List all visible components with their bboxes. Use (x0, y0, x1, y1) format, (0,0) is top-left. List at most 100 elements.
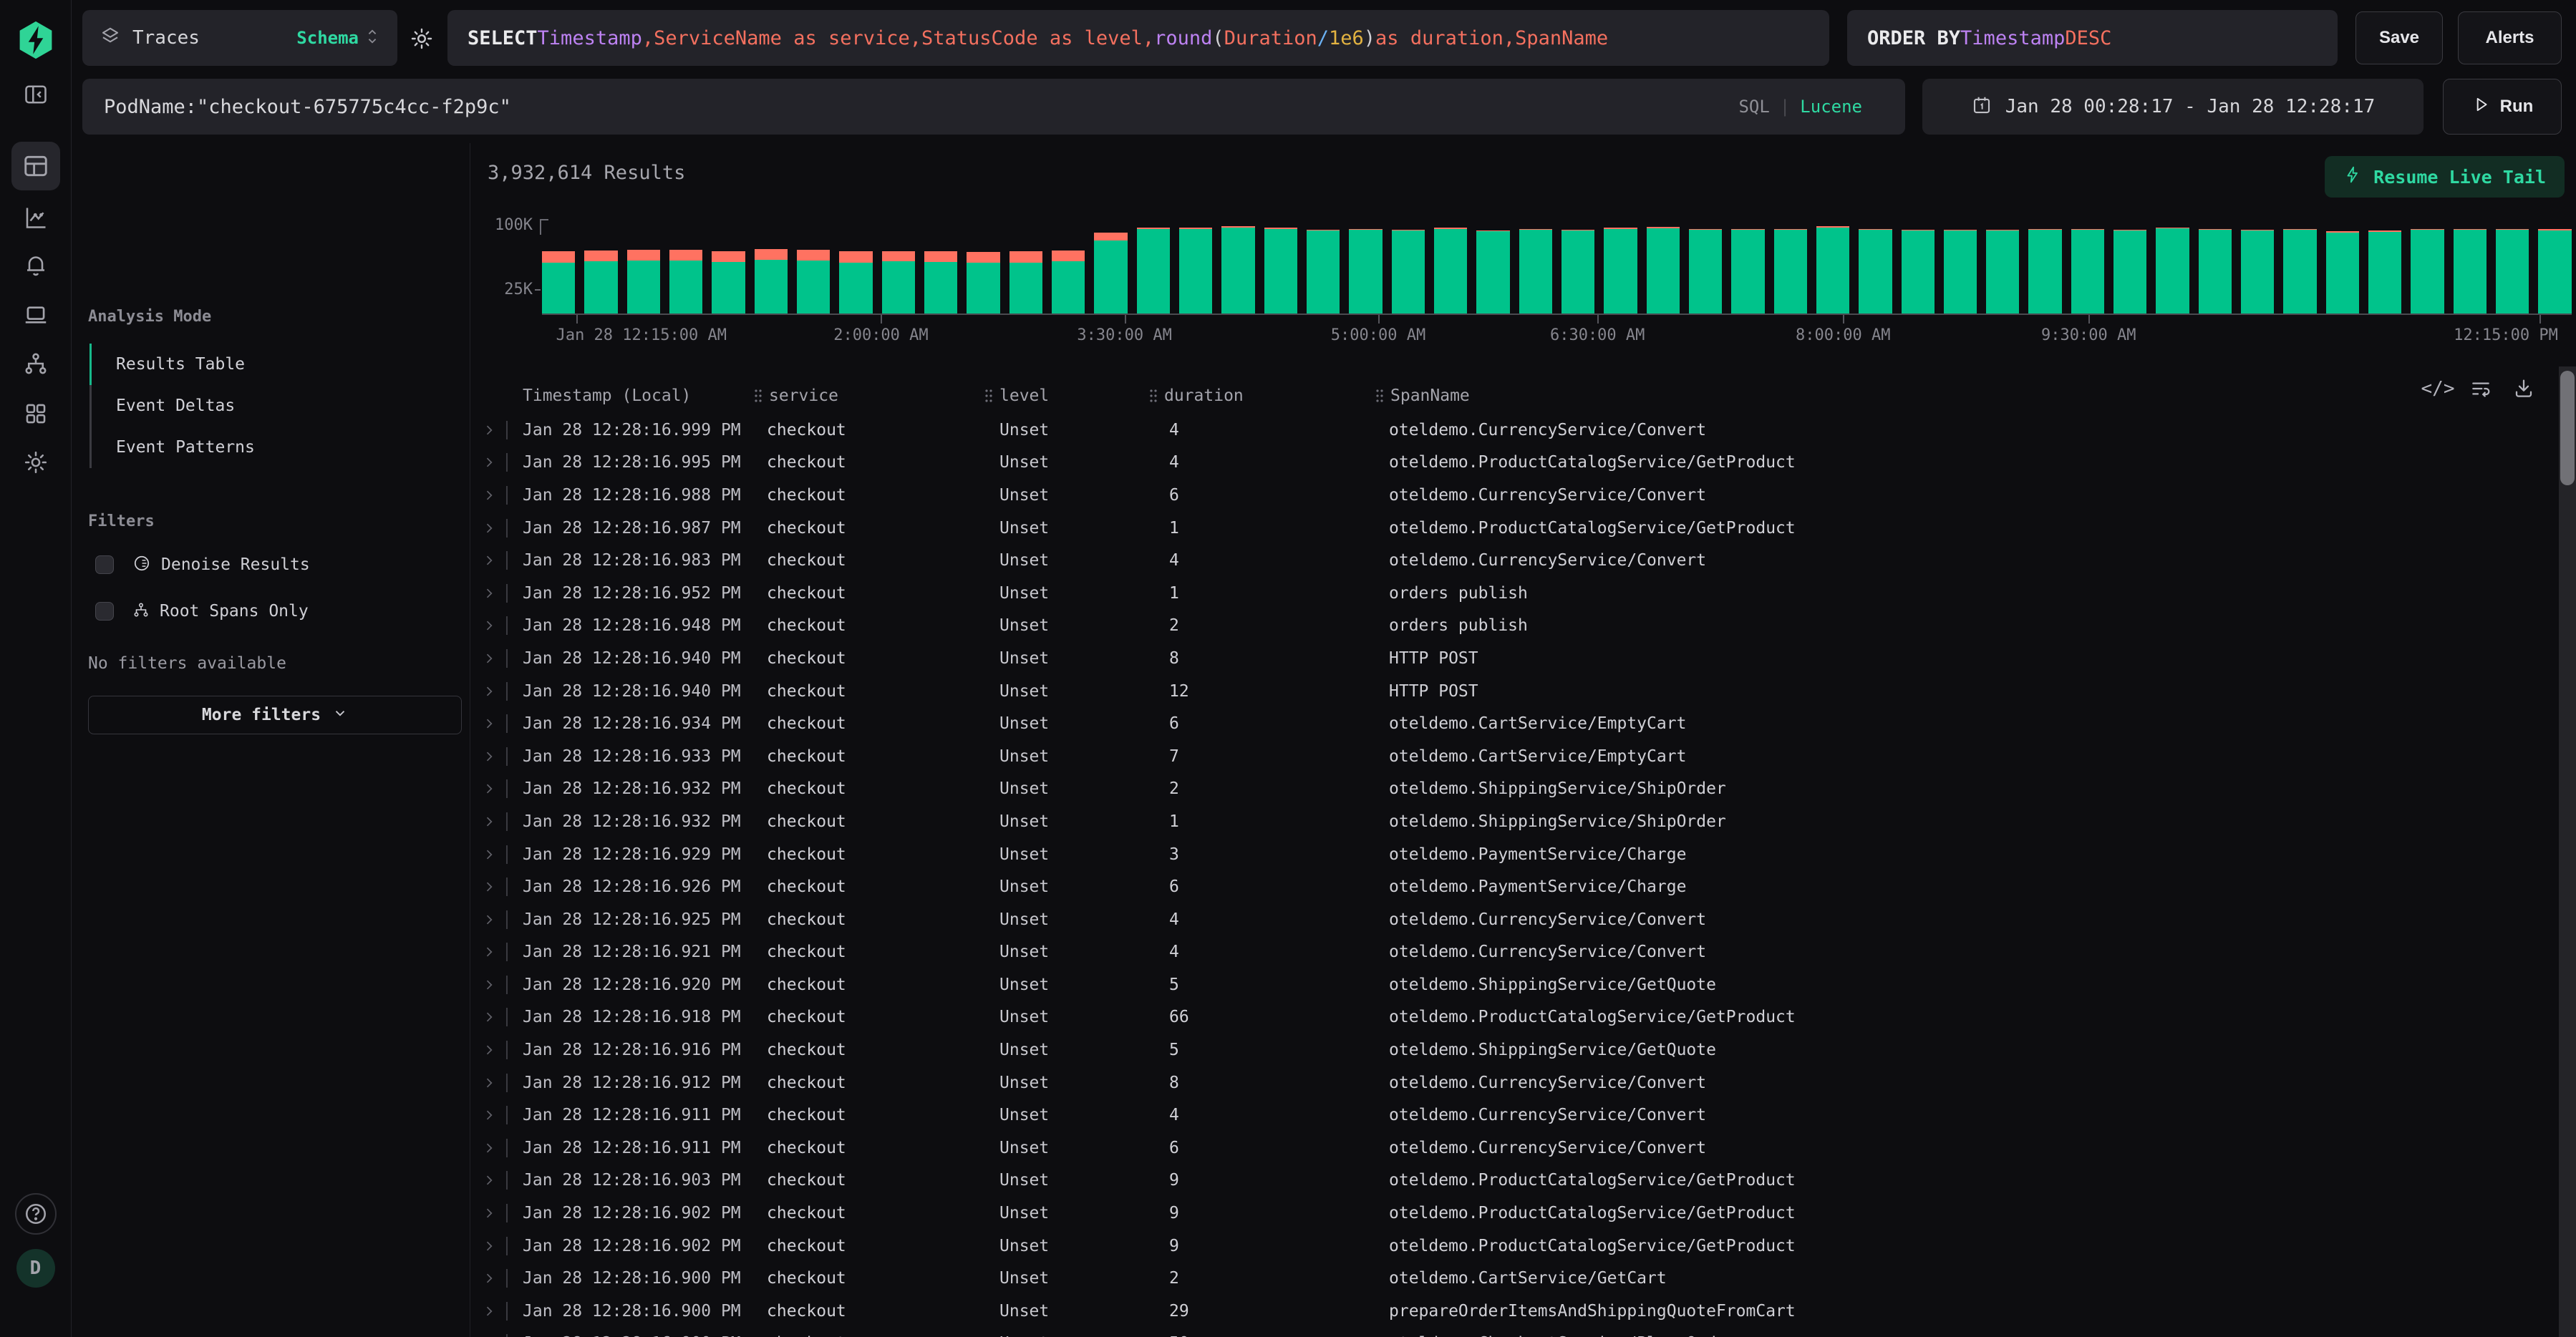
save-button[interactable]: Save (2355, 11, 2443, 64)
sql-orderby-editor[interactable]: ORDER BY Timestamp DESC (1847, 10, 2338, 66)
chart-bar[interactable] (2199, 229, 2232, 313)
table-row[interactable]: Jan 28 12:28:16.988 PM checkout Unset 6 … (470, 479, 2576, 512)
row-expand-chevron-icon[interactable] (482, 1173, 496, 1187)
row-expand-chevron-icon[interactable] (482, 1304, 496, 1318)
table-row[interactable]: Jan 28 12:28:16.902 PM checkout Unset 9 … (470, 1197, 2576, 1230)
chart-bar[interactable] (2071, 229, 2104, 313)
table-row[interactable]: Jan 28 12:28:16.900 PM checkout Unset 2 … (470, 1262, 2576, 1295)
alerts-button[interactable]: Alerts (2458, 11, 2562, 64)
table-row[interactable]: Jan 28 12:28:16.912 PM checkout Unset 8 … (470, 1066, 2576, 1099)
table-row[interactable]: Jan 28 12:28:16.940 PM checkout Unset 12… (470, 675, 2576, 708)
chart-bar[interactable] (2538, 229, 2571, 313)
chart-bar[interactable] (1221, 226, 1254, 313)
column-header-level[interactable]: level (984, 386, 1049, 405)
rail-item-chart-explorer-icon[interactable] (23, 205, 49, 230)
language-sql-option[interactable]: SQL (1738, 97, 1769, 117)
table-row[interactable]: Jan 28 12:28:16.902 PM checkout Unset 9 … (470, 1230, 2576, 1263)
chart-bar[interactable] (584, 251, 617, 313)
chart-bar[interactable] (755, 249, 788, 313)
row-expand-chevron-icon[interactable] (482, 423, 496, 437)
chart-bar[interactable] (2113, 230, 2146, 313)
chart-bar[interactable] (797, 250, 830, 313)
chart-bar[interactable] (627, 250, 660, 313)
chart-bar[interactable] (839, 251, 872, 313)
chart-bar[interactable] (2368, 230, 2401, 314)
chart-bar[interactable] (1307, 230, 1340, 313)
chart-bar[interactable] (2411, 229, 2444, 313)
column-header-duration[interactable]: duration (1148, 386, 1244, 405)
row-expand-chevron-icon[interactable] (482, 716, 496, 731)
scrollbar-thumb[interactable] (2560, 371, 2575, 485)
table-row[interactable]: Jan 28 12:28:16.952 PM checkout Unset 1 … (470, 577, 2576, 610)
row-expand-chevron-icon[interactable] (482, 684, 496, 699)
chart-bar[interactable] (1816, 226, 1849, 313)
chart-bar[interactable] (1689, 229, 1722, 313)
denoise-results-checkbox-row[interactable]: Denoise Results (95, 554, 310, 575)
schema-link[interactable]: Schema (296, 28, 359, 48)
row-expand-chevron-icon[interactable] (482, 749, 496, 764)
column-header-spanname[interactable]: SpanName (1375, 386, 1470, 405)
root-spans-checkbox[interactable] (95, 602, 114, 621)
table-row[interactable]: Jan 28 12:28:16.916 PM checkout Unset 5 … (470, 1034, 2576, 1066)
chart-bar[interactable] (1009, 251, 1042, 313)
help-icon[interactable] (15, 1193, 57, 1235)
chart-bar[interactable] (1604, 228, 1637, 313)
row-expand-chevron-icon[interactable] (482, 1239, 496, 1253)
chart-bar[interactable] (2241, 230, 2274, 313)
table-row[interactable]: Jan 28 12:28:16.999 PM checkout Unset 4 … (470, 414, 2576, 447)
hyperdx-logo-icon[interactable] (16, 19, 56, 62)
table-row[interactable]: Jan 28 12:28:16.921 PM checkout Unset 4 … (470, 936, 2576, 969)
chart-bar[interactable] (1561, 230, 1594, 313)
more-filters-button[interactable]: More filters (88, 696, 462, 734)
user-avatar[interactable]: D (16, 1249, 55, 1288)
chart-bar[interactable] (1519, 229, 1552, 313)
root-spans-checkbox-row[interactable]: Root Spans Only (95, 601, 309, 621)
table-row[interactable]: Jan 28 12:28:16.940 PM checkout Unset 8 … (470, 642, 2576, 675)
table-row[interactable]: Jan 28 12:28:16.933 PM checkout Unset 7 … (470, 740, 2576, 773)
row-expand-chevron-icon[interactable] (482, 1206, 496, 1220)
chart-bar[interactable] (1137, 228, 1170, 313)
analysis-mode-item[interactable]: Results Table (89, 344, 461, 385)
chart-bar[interactable] (2283, 229, 2316, 313)
row-expand-chevron-icon[interactable] (482, 880, 496, 894)
analysis-mode-item[interactable]: Event Patterns (89, 427, 461, 468)
row-expand-chevron-icon[interactable] (482, 1010, 496, 1024)
source-settings-gear-icon[interactable] (406, 23, 437, 54)
table-row[interactable]: Jan 28 12:28:16.983 PM checkout Unset 4 … (470, 544, 2576, 577)
row-expand-chevron-icon[interactable] (482, 945, 496, 959)
rail-item-sessions-laptop-icon[interactable] (22, 301, 49, 329)
chart-bar[interactable] (2454, 229, 2487, 313)
chart-bar[interactable] (1179, 228, 1212, 313)
chart-bar[interactable] (2496, 229, 2529, 313)
chart-bar[interactable] (669, 250, 702, 313)
chart-bar[interactable] (1264, 228, 1297, 313)
rail-item-service-map-icon[interactable] (23, 351, 49, 376)
run-button[interactable]: Run (2443, 79, 2562, 135)
source-select[interactable]: Traces Schema (82, 10, 397, 66)
table-row[interactable]: Jan 28 12:28:16.911 PM checkout Unset 4 … (470, 1099, 2576, 1132)
search-input[interactable]: PodName:"checkout-675775c4cc-f2p9c" SQL … (82, 79, 1905, 135)
row-expand-chevron-icon[interactable] (482, 913, 496, 927)
chart-bar[interactable] (967, 252, 999, 313)
table-row[interactable]: Jan 28 12:28:16.920 PM checkout Unset 5 … (470, 968, 2576, 1001)
table-row[interactable]: Jan 28 12:28:16.932 PM checkout Unset 2 … (470, 773, 2576, 806)
table-row[interactable]: Jan 28 12:28:16.925 PM checkout Unset 4 … (470, 903, 2576, 936)
rail-item-dashboards-grid-icon[interactable] (24, 402, 48, 426)
chart-bar[interactable] (1944, 230, 1977, 313)
row-expand-chevron-icon[interactable] (482, 651, 496, 666)
chart-bar[interactable] (1986, 230, 2019, 313)
table-row[interactable]: Jan 28 12:28:16.987 PM checkout Unset 1 … (470, 512, 2576, 545)
row-expand-chevron-icon[interactable] (482, 455, 496, 470)
chart-bar[interactable] (1434, 228, 1467, 313)
language-lucene-option[interactable]: Lucene (1800, 97, 1862, 117)
chart-bar[interactable] (924, 251, 957, 313)
table-row[interactable]: Jan 28 12:28:16.918 PM checkout Unset 66… (470, 1001, 2576, 1034)
chart-bar[interactable] (882, 251, 915, 313)
row-expand-chevron-icon[interactable] (482, 521, 496, 535)
chart-bar[interactable] (1774, 229, 1807, 313)
chart-bar[interactable] (1392, 230, 1425, 313)
row-expand-chevron-icon[interactable] (482, 1076, 496, 1090)
chart-bar[interactable] (712, 251, 745, 313)
row-expand-chevron-icon[interactable] (482, 1141, 496, 1155)
chart-bar[interactable] (1731, 229, 1764, 313)
